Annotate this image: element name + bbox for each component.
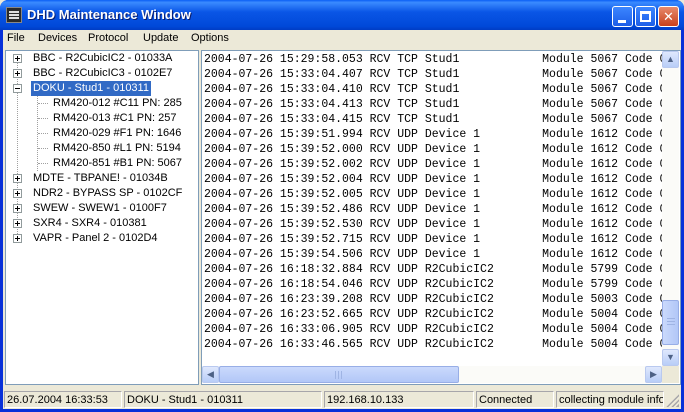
menu-update[interactable]: Update (143, 32, 178, 44)
tree-item-mdte[interactable]: MDTE - TBPANE! - 01034B (6, 171, 198, 186)
tree-item-label: SXR4 - SXR4 - 010381 (33, 217, 147, 229)
scroll-corner (662, 366, 679, 383)
status-connection: Connected (476, 391, 554, 408)
log-line: 2004-07-26 15:39:52.000 RCV UDP Device 1… (204, 143, 662, 156)
app-icon[interactable] (6, 7, 22, 23)
maximize-button[interactable] (635, 6, 656, 27)
collapse-icon[interactable] (13, 84, 22, 93)
menu-file[interactable]: File (7, 32, 25, 44)
minimize-button[interactable] (612, 6, 633, 27)
tree-item-label: DOKU - Stud1 - 010311 (31, 81, 151, 96)
device-tree[interactable]: BBC - R2CubicIC2 - 01033A BBC - R2CubicI… (5, 50, 199, 385)
status-bar: 26.07.2004 16:33:53 DOKU - Stud1 - 01031… (3, 389, 681, 409)
expand-icon[interactable] (13, 234, 22, 243)
tree-item-label: VAPR - Panel 2 - 0102D4 (33, 232, 158, 244)
scroll-down-button[interactable]: ▼ (662, 349, 679, 366)
tree-item-label: RM420-029 #F1 PN: 1646 (53, 127, 182, 139)
tree-item-label: MDTE - TBPANE! - 01034B (33, 172, 168, 184)
tree-item-rm420-013[interactable]: RM420-013 #C1 PN: 257 (6, 111, 198, 126)
tree-item-label: RM420-012 #C11 PN: 285 (53, 97, 182, 109)
expand-icon[interactable] (13, 219, 22, 228)
horizontal-scrollbar[interactable]: ◀ ▶ (202, 366, 662, 383)
protocol-log[interactable]: 2004-07-26 15:29:58.053 RCV TCP Stud1 Mo… (201, 50, 681, 385)
tree-item-label: BBC - R2CubicIC3 - 0102E7 (33, 67, 173, 79)
menu-bar: File Devices Protocol Update Options (3, 30, 681, 48)
tree-item-swew[interactable]: SWEW - SWEW1 - 0100F7 (6, 201, 198, 216)
expand-icon[interactable] (13, 54, 22, 63)
expand-icon[interactable] (13, 189, 22, 198)
tree-item-label: RM420-851 #B1 PN: 5067 (53, 157, 183, 169)
grip-icon (335, 371, 344, 379)
log-line: 2004-07-26 16:23:39.208 RCV UDP R2CubicI… (204, 293, 662, 306)
scroll-up-button[interactable]: ▲ (662, 51, 679, 68)
title-bar[interactable]: DHD Maintenance Window ✕ (0, 0, 684, 30)
log-line: 2004-07-26 15:33:04.413 RCV TCP Stud1 Mo… (204, 98, 662, 111)
tree-item-sxr4[interactable]: SXR4 - SXR4 - 010381 (6, 216, 198, 231)
horizontal-scroll-thumb[interactable] (219, 366, 459, 383)
tree-item-rm420-851[interactable]: RM420-851 #B1 PN: 5067 (6, 156, 198, 171)
tree-item-label: BBC - R2CubicIC2 - 01033A (33, 52, 173, 64)
log-line: 2004-07-26 15:33:04.410 RCV TCP Stud1 Mo… (204, 83, 662, 96)
log-line: 2004-07-26 15:39:52.004 RCV UDP Device 1… (204, 173, 662, 186)
status-ip: 192.168.10.133 (324, 391, 474, 408)
log-line: 2004-07-26 15:39:52.715 RCV UDP Device 1… (204, 233, 662, 246)
log-line: 2004-07-26 15:33:04.415 RCV TCP Stud1 Mo… (204, 113, 662, 126)
tree-item-rm420-012[interactable]: RM420-012 #C11 PN: 285 (6, 96, 198, 111)
log-line: 2004-07-26 16:33:06.905 RCV UDP R2CubicI… (204, 323, 662, 336)
window-title: DHD Maintenance Window (27, 7, 191, 22)
menu-devices[interactable]: Devices (38, 32, 77, 44)
log-line: 2004-07-26 16:33:46.565 RCV UDP R2CubicI… (204, 338, 662, 351)
grip-icon (667, 318, 675, 327)
tree-item-bbc-ic2[interactable]: BBC - R2CubicIC2 - 01033A (6, 51, 198, 66)
scroll-left-button[interactable]: ◀ (202, 366, 219, 383)
log-lines: 2004-07-26 15:29:58.053 RCV TCP Stud1 Mo… (202, 51, 662, 366)
tree-item-vapr[interactable]: VAPR - Panel 2 - 0102D4 (6, 231, 198, 246)
log-line: 2004-07-26 15:29:58.053 RCV TCP Stud1 Mo… (204, 53, 662, 66)
menu-options[interactable]: Options (191, 32, 229, 44)
status-device: DOKU - Stud1 - 010311 (124, 391, 322, 408)
log-line: 2004-07-26 15:39:52.486 RCV UDP Device 1… (204, 203, 662, 216)
expand-icon[interactable] (13, 174, 22, 183)
log-line: 2004-07-26 15:39:54.506 RCV UDP Device 1… (204, 248, 662, 261)
tree-item-doku-stud1[interactable]: DOKU - Stud1 - 010311 (6, 81, 198, 96)
log-line: 2004-07-26 16:18:54.046 RCV UDP R2CubicI… (204, 278, 662, 291)
log-line: 2004-07-26 16:18:32.884 RCV UDP R2CubicI… (204, 263, 662, 276)
maximize-icon (640, 11, 651, 22)
log-line: 2004-07-26 15:39:52.002 RCV UDP Device 1… (204, 158, 662, 171)
tree-item-bbc-ic3[interactable]: BBC - R2CubicIC3 - 0102E7 (6, 66, 198, 81)
expand-icon[interactable] (13, 69, 22, 78)
log-line: 2004-07-26 15:33:04.407 RCV TCP Stud1 Mo… (204, 68, 662, 81)
client-area: File Devices Protocol Update Options BBC… (3, 30, 681, 409)
tree-item-label: NDR2 - BYPASS SP - 0102CF (33, 187, 183, 199)
tree-item-label: RM420-013 #C1 PN: 257 (53, 112, 177, 124)
log-line: 2004-07-26 15:39:52.005 RCV UDP Device 1… (204, 188, 662, 201)
log-line: 2004-07-26 15:39:52.530 RCV UDP Device 1… (204, 218, 662, 231)
vertical-scroll-thumb[interactable] (662, 300, 679, 345)
menu-protocol[interactable]: Protocol (88, 32, 128, 44)
app-window: DHD Maintenance Window ✕ File Devices Pr… (0, 0, 684, 412)
log-line: 2004-07-26 16:23:52.665 RCV UDP R2CubicI… (204, 308, 662, 321)
status-activity: collecting module infor (556, 391, 664, 408)
tree-item-label: SWEW - SWEW1 - 0100F7 (33, 202, 167, 214)
tree-item-ndr2[interactable]: NDR2 - BYPASS SP - 0102CF (6, 186, 198, 201)
tree-item-rm420-029[interactable]: RM420-029 #F1 PN: 1646 (6, 126, 198, 141)
close-icon: ✕ (663, 9, 674, 24)
status-datetime: 26.07.2004 16:33:53 (4, 391, 122, 408)
scroll-right-button[interactable]: ▶ (645, 366, 662, 383)
log-line: 2004-07-26 15:39:51.994 RCV UDP Device 1… (204, 128, 662, 141)
tree-item-rm420-850[interactable]: RM420-850 #L1 PN: 5194 (6, 141, 198, 156)
vertical-scrollbar[interactable]: ▲ ▼ (662, 51, 679, 366)
expand-icon[interactable] (13, 204, 22, 213)
close-button[interactable]: ✕ (658, 6, 679, 27)
minimize-icon (618, 20, 626, 23)
resize-grip-icon[interactable] (665, 393, 679, 407)
tree-item-label: RM420-850 #L1 PN: 5194 (53, 142, 181, 154)
